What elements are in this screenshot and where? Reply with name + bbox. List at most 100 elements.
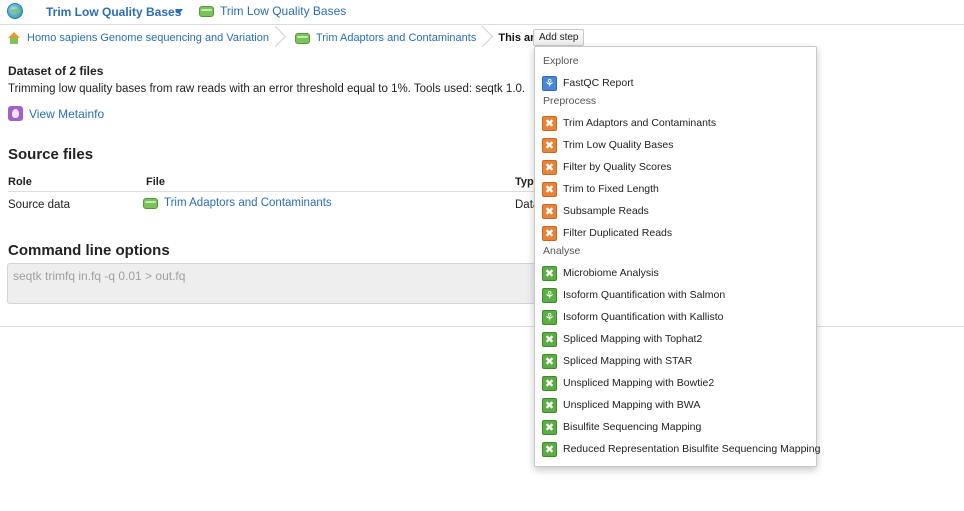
dataset-icon — [199, 5, 214, 17]
menu-item[interactable]: ✖ Unspliced Mapping with BWA — [542, 396, 700, 414]
menu-item[interactable]: ✖ Spliced Mapping with Tophat2 — [542, 330, 702, 348]
menu-item-label: Filter Duplicated Reads — [563, 227, 673, 239]
menu-item[interactable]: ⚘ Isoform Quantification with Salmon — [542, 286, 725, 304]
menu-item[interactable]: ✖ Filter Duplicated Reads — [542, 224, 672, 242]
source-file-label: Trim Adaptors and Contaminants — [164, 197, 332, 209]
tools-icon: ✖ — [542, 265, 557, 281]
source-files-heading: Source files — [8, 146, 94, 163]
menu-item[interactable]: ✖ Unspliced Mapping with Bowtie2 — [542, 374, 714, 392]
tools-icon-glyph: ✖ — [544, 442, 555, 456]
menu-item-label: Spliced Mapping with Tophat2 — [563, 333, 703, 345]
metainfo-label: View Metainfo — [29, 106, 105, 121]
menu-item-label: Trim Adaptors and Contaminants — [563, 117, 717, 129]
tools-icon: ✖ — [542, 375, 557, 391]
microscope-icon-glyph: ⚘ — [544, 288, 555, 302]
tools-icon: ✖ — [542, 441, 557, 457]
dataset-link[interactable]: Trim Low Quality Bases — [199, 4, 346, 18]
tools-icon-glyph: ✖ — [544, 398, 555, 412]
analysis-title-menu[interactable]: Trim Low Quality Bases — [46, 5, 181, 19]
tools-icon-glyph: ✖ — [544, 138, 555, 152]
menu-item[interactable]: ✖ Trim Adaptors and Contaminants — [542, 114, 716, 132]
chevron-down-icon[interactable] — [175, 9, 183, 14]
microscope-icon: ⚘ — [542, 309, 557, 325]
menu-item-label: Reduced Representation Bisulfite Sequenc… — [563, 443, 821, 455]
menu-item[interactable]: ✖ Spliced Mapping with STAR — [542, 352, 692, 370]
dataset-icon — [294, 32, 310, 44]
breadcrumb-project[interactable]: Homo sapiens Genome sequencing and Varia… — [0, 27, 277, 49]
command-line-field[interactable]: seqtk trimfq in.fq -q 0.01 > out.fq — [7, 263, 547, 304]
source-file-link[interactable]: Trim Adaptors and Contaminants — [143, 197, 332, 209]
breadcrumb: Homo sapiens Genome sequencing and Varia… — [0, 27, 964, 49]
dataset-title: Dataset of 2 files — [8, 64, 104, 78]
tools-icon-glyph: ✖ — [544, 266, 555, 280]
tools-icon: ✖ — [542, 203, 557, 219]
tools-icon-glyph: ✖ — [544, 182, 555, 196]
menu-section-analyse: Analyse — [543, 245, 581, 257]
metainfo-icon — [8, 106, 23, 121]
menu-item[interactable]: ✖ Reduced Representation Bisulfite Sequen… — [542, 440, 820, 458]
microscope-icon: ⚘ — [542, 287, 557, 303]
tools-icon-glyph: ✖ — [544, 226, 555, 240]
dataset-icon — [143, 197, 158, 209]
cell-type: Data — [515, 199, 534, 211]
microscope-icon: ⚘ — [542, 75, 557, 91]
command-line-heading: Command line options — [8, 242, 170, 259]
tools-icon: ✖ — [542, 137, 557, 153]
tools-icon: ✖ — [542, 159, 557, 175]
add-step-button[interactable]: Add step — [533, 29, 585, 46]
view-metainfo-link[interactable]: View Metainfo — [8, 106, 104, 121]
table-divider — [8, 191, 538, 192]
top-bar: Trim Low Quality Bases Trim Low Quality … — [0, 0, 964, 25]
tools-icon: ✖ — [542, 397, 557, 413]
app-logo-icon[interactable] — [7, 3, 23, 19]
tools-icon-glyph: ✖ — [544, 332, 555, 346]
tools-icon: ✖ — [542, 115, 557, 131]
tools-icon: ✖ — [542, 353, 557, 369]
menu-item-label: Spliced Mapping with STAR — [563, 355, 693, 367]
menu-item-label: Bisulfite Sequencing Mapping — [563, 421, 702, 433]
menu-item-label: Microbiome Analysis — [563, 267, 659, 279]
add-step-menu: Explore ⚘ FastQC Report Preprocess ✖ Trim Ada… — [534, 46, 820, 467]
menu-item-label: FastQC Report — [563, 77, 634, 89]
tools-icon-glyph: ✖ — [544, 160, 555, 174]
microscope-icon-glyph: ⚘ — [544, 310, 555, 324]
divider — [0, 326, 964, 327]
menu-item-label: Trim to Fixed Length — [563, 183, 659, 195]
menu-section-preprocess: Preprocess — [543, 95, 597, 107]
menu-item-label: Subsample Reads — [563, 205, 649, 217]
tools-icon: ✖ — [542, 331, 557, 347]
tools-icon: ✖ — [542, 419, 557, 435]
dataset-description: Trimming low quality bases from raw read… — [8, 83, 526, 95]
cell-role: Source data — [8, 199, 71, 211]
menu-item-label: Isoform Quantification with Kallisto — [563, 311, 724, 323]
menu-section-explore: Explore — [543, 55, 579, 67]
home-icon — [7, 31, 21, 45]
column-header-file: File — [146, 176, 165, 188]
tools-icon-glyph: ✖ — [544, 204, 555, 218]
menu-item[interactable]: ⚘ FastQC Report — [542, 74, 634, 92]
column-header-role: Role — [8, 176, 32, 188]
tools-icon: ✖ — [542, 181, 557, 197]
menu-item[interactable]: ✖ Trim Low Quality Bases — [542, 136, 673, 154]
breadcrumb-parent-analysis[interactable]: Trim Adaptors and Contaminants — [277, 27, 484, 49]
tools-icon-glyph: ✖ — [544, 116, 555, 130]
column-header-type: Type — [515, 176, 534, 188]
menu-item-label: Filter by Quality Scores — [563, 161, 672, 173]
menu-item-label: Isoform Quantification with Salmon — [563, 289, 726, 301]
menu-item-label: Trim Low Quality Bases — [563, 139, 674, 151]
menu-item[interactable]: ✖ Microbiome Analysis — [542, 264, 659, 282]
breadcrumb-label: Trim Adaptors and Contaminants — [315, 32, 477, 44]
tools-icon-glyph: ✖ — [544, 376, 555, 390]
tools-icon: ✖ — [542, 225, 557, 241]
menu-item-label: Unspliced Mapping with BWA — [563, 399, 701, 411]
tools-icon-glyph: ✖ — [544, 420, 555, 434]
menu-item[interactable]: ⚘ Isoform Quantification with Kallisto — [542, 308, 723, 326]
microscope-icon-glyph: ⚘ — [544, 76, 555, 90]
breadcrumb-label: Homo sapiens Genome sequencing and Varia… — [27, 32, 269, 44]
menu-item[interactable]: ✖ Filter by Quality Scores — [542, 158, 672, 176]
menu-item[interactable]: ✖ Subsample Reads — [542, 202, 649, 220]
tools-icon-glyph: ✖ — [544, 354, 555, 368]
menu-item[interactable]: ✖ Bisulfite Sequencing Mapping — [542, 418, 701, 436]
dataset-link-label: Trim Low Quality Bases — [220, 4, 347, 18]
menu-item[interactable]: ✖ Trim to Fixed Length — [542, 180, 659, 198]
